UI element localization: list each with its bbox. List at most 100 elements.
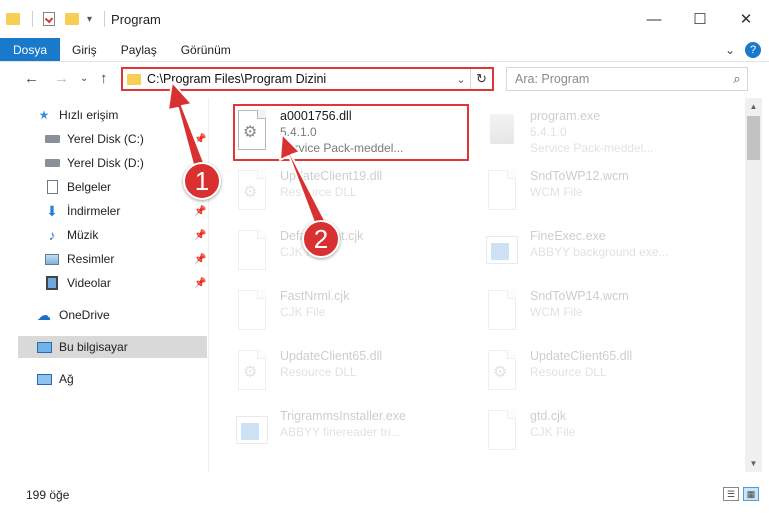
file-type: WCM File — [530, 185, 583, 199]
nav-item-documents[interactable]: Belgeler — [44, 176, 111, 198]
file-item[interactable]: TrigrammsInstaller.exe ABBYY finereader … — [234, 404, 474, 462]
dll-file-icon: ⚙ — [234, 170, 270, 214]
nav-item-pictures[interactable]: Resimler — [44, 248, 114, 270]
minimize-button[interactable]: — — [631, 0, 677, 38]
nav-onedrive[interactable]: ☁ OneDrive — [36, 304, 110, 326]
dll-file-icon: ⚙ — [484, 350, 520, 394]
chevron-down-icon[interactable]: ⌄ — [452, 73, 470, 86]
file-item[interactable]: program.exe 5.4.1.0 Service Pack-meddel.… — [484, 104, 724, 162]
nav-network[interactable]: Ağ — [36, 368, 74, 390]
nav-label: İndirmeler — [67, 204, 121, 218]
file-type: WCM File — [530, 305, 583, 319]
recent-locations-icon[interactable]: ⌄ — [80, 73, 88, 84]
computer-icon — [36, 339, 52, 355]
documents-icon — [44, 179, 60, 195]
tiles-view-icon[interactable]: ▦ — [743, 487, 759, 501]
videos-icon — [44, 275, 60, 291]
file-item[interactable]: SndToWP12.wcm WCM File — [484, 164, 724, 222]
pin-icon[interactable]: 📌 — [194, 230, 206, 241]
file-item[interactable]: ⚙ UpdateClient65.dll Resource DLL — [484, 344, 724, 402]
pin-icon[interactable]: 📌 — [194, 278, 206, 289]
file-name: SndToWP14.wcm — [530, 289, 629, 303]
file-type: Resource DLL — [530, 365, 607, 379]
scroll-up-icon[interactable]: ▲ — [745, 98, 762, 115]
vertical-scrollbar[interactable]: ▲ ▼ — [745, 98, 762, 472]
folder-icon — [127, 73, 141, 85]
file-item[interactable]: ⚙ UpdateClient19.dll Resource DLL — [234, 164, 474, 222]
file-item[interactable]: SndToWP14.wcm WCM File — [484, 284, 724, 342]
maximize-button[interactable]: ☐ — [677, 0, 723, 38]
download-icon: ⬇ — [46, 202, 58, 219]
document-icon — [234, 290, 270, 334]
nav-item-drive-c[interactable]: Yerel Disk (C:) — [44, 128, 144, 150]
file-type: CJK File — [530, 425, 576, 439]
file-type: ABBYY background exe... — [530, 245, 669, 259]
tab-file[interactable]: Dosya — [0, 38, 61, 61]
tab-share[interactable]: Paylaş — [109, 38, 169, 61]
pin-icon[interactable]: 📌 — [194, 254, 206, 265]
search-input[interactable]: Ara: Program ⌕ — [506, 67, 748, 91]
nav-quick-access[interactable]: ★ Hızlı erişim — [36, 104, 119, 126]
nav-label: Videolar — [67, 276, 111, 290]
file-highlight-box — [233, 104, 469, 161]
nav-this-pc[interactable]: Bu bilgisayar — [18, 336, 207, 358]
nav-label: Ağ — [59, 372, 74, 386]
file-name: UpdateClient19.dll — [280, 169, 383, 183]
navigation-pane: ★ Hızlı erişim Yerel Disk (C:) 📌 Yerel D… — [0, 98, 209, 472]
file-item[interactable]: ⚙ UpdateClient65.dll Resource DLL — [234, 344, 474, 402]
file-name: FineExec.exe — [530, 229, 606, 243]
help-icon[interactable]: ? — [745, 42, 761, 58]
address-bar[interactable]: C:\Program Files\Program Dizini ⌄ ↻ — [121, 67, 494, 91]
file-type: CJK File — [280, 305, 326, 319]
details-view-icon[interactable]: ☰ — [723, 487, 739, 501]
window-controls: — ☐ ✕ — [631, 0, 769, 38]
tab-home[interactable]: Giriş — [60, 38, 109, 61]
close-button[interactable]: ✕ — [723, 0, 769, 38]
search-icon[interactable]: ⌕ — [727, 71, 747, 87]
new-folder-icon[interactable] — [65, 13, 79, 25]
nav-label: Belgeler — [67, 180, 112, 194]
refresh-icon[interactable]: ↻ — [470, 69, 492, 89]
file-type: Resource DLL — [280, 365, 357, 379]
file-type: ABBYY finereader tri... — [280, 425, 401, 439]
file-item[interactable]: gtd.cjk CJK File — [484, 404, 724, 462]
dll-file-icon: ⚙ — [234, 350, 270, 394]
tab-view[interactable]: Görünüm — [169, 38, 243, 61]
folder-icon — [6, 13, 20, 25]
nav-item-drive-d[interactable]: Yerel Disk (D:) — [44, 152, 144, 174]
customize-toolbar-icon[interactable]: ▾ — [87, 14, 92, 25]
application-icon — [234, 410, 270, 454]
pin-icon[interactable]: 📌 — [194, 206, 206, 217]
document-icon — [234, 230, 270, 274]
file-name: SndToWP12.wcm — [530, 169, 629, 183]
nav-item-videos[interactable]: Videolar — [44, 272, 111, 294]
callout-badge-1: 1 — [183, 162, 221, 200]
nav-item-music[interactable]: ♪ Müzik — [44, 224, 99, 246]
file-item[interactable]: FastNrml.cjk CJK File — [234, 284, 474, 342]
pin-icon[interactable]: 📌 — [194, 134, 206, 145]
file-item[interactable]: DefaultFont.cjk CJK File — [234, 224, 474, 282]
file-description: Service Pack-meddel... — [530, 141, 654, 155]
address-row: ← → ⌄ ↑ C:\Program Files\Program Dizini … — [0, 62, 769, 96]
quick-access-toolbar: ▾ — [0, 11, 111, 27]
file-item[interactable]: FineExec.exe ABBYY background exe... — [484, 224, 724, 282]
address-path[interactable]: C:\Program Files\Program Dizini — [147, 72, 452, 86]
nav-label: Resimler — [67, 252, 115, 266]
nav-item-downloads[interactable]: ⬇ İndirmeler — [44, 200, 120, 222]
file-name: FastNrml.cjk — [280, 289, 350, 303]
callout-badge-2: 2 — [302, 220, 340, 258]
file-type: Resource DLL — [280, 185, 357, 199]
ribbon-controls: ⌄ ? — [725, 42, 761, 58]
file-name: gtd.cjk — [530, 409, 567, 423]
scroll-down-icon[interactable]: ▼ — [745, 455, 762, 472]
item-count: 199 öğe — [26, 488, 70, 502]
document-icon — [484, 170, 520, 214]
forward-arrow-icon[interactable]: → — [54, 70, 69, 87]
search-placeholder[interactable]: Ara: Program — [515, 72, 727, 86]
expand-ribbon-icon[interactable]: ⌄ — [725, 43, 735, 57]
back-arrow-icon[interactable]: ← — [24, 70, 39, 87]
properties-icon[interactable] — [43, 12, 55, 26]
divider — [104, 11, 106, 27]
scroll-thumb[interactable] — [747, 116, 760, 160]
up-arrow-icon[interactable]: ↑ — [100, 70, 108, 87]
